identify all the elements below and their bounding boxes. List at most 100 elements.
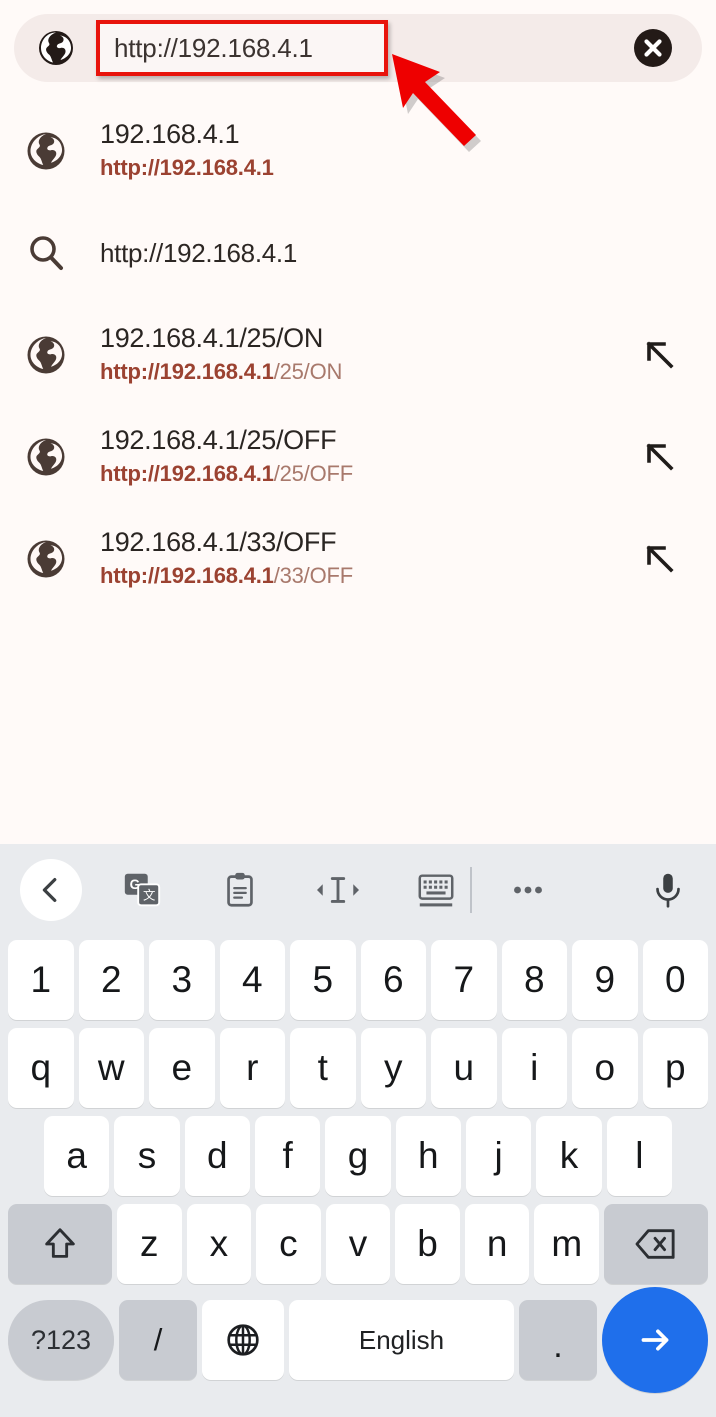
key-7[interactable]: 7	[431, 940, 497, 1020]
back-chevron-icon[interactable]	[20, 859, 82, 921]
key-3[interactable]: 3	[149, 940, 215, 1020]
suggestion-title: http://192.168.4.1	[100, 237, 297, 268]
symbols-key[interactable]: ?123	[8, 1300, 114, 1380]
globe-icon	[24, 537, 68, 581]
key-l[interactable]: l	[606, 1116, 672, 1196]
suggestion-row[interactable]: 192.168.4.1/25/OFF http://192.168.4.1/25…	[0, 406, 716, 508]
suggestion-title: 192.168.4.1/25/OFF	[100, 425, 337, 456]
key-w[interactable]: w	[78, 1028, 144, 1108]
search-icon	[24, 231, 68, 275]
key-i[interactable]: i	[501, 1028, 567, 1108]
url-input-value: http://192.168.4.1	[114, 32, 313, 63]
suggestion-texts: http://192.168.4.1	[100, 238, 696, 269]
slash-key[interactable]: /	[119, 1300, 197, 1380]
key-n[interactable]: n	[464, 1204, 530, 1284]
key-r[interactable]: r	[219, 1028, 285, 1108]
key-p[interactable]: p	[642, 1028, 708, 1108]
key-m[interactable]: m	[534, 1204, 600, 1284]
space-key[interactable]: English	[289, 1300, 514, 1380]
key-8[interactable]: 8	[501, 940, 567, 1020]
suggestion-url: http://192.168.4.1/25/ON	[100, 358, 640, 387]
keyboard-row-numbers: 1 2 3 4 5 6 7 8 9 0	[4, 936, 712, 1024]
globe-icon	[24, 129, 68, 173]
key-u[interactable]: u	[431, 1028, 497, 1108]
keyboard-row-function: ?123 / English .	[4, 1287, 712, 1393]
key-z[interactable]: z	[116, 1204, 182, 1284]
period-key[interactable]: .	[519, 1300, 597, 1380]
suggestion-row[interactable]: 192.168.4.1/33/OFF http://192.168.4.1/33…	[0, 508, 716, 610]
key-o[interactable]: o	[572, 1028, 638, 1108]
key-d[interactable]: d	[184, 1116, 250, 1196]
clipboard-icon[interactable]	[214, 864, 266, 916]
suggestion-title: 192.168.4.1	[100, 119, 240, 150]
suggestion-row[interactable]: 192.168.4.1 http://192.168.4.1	[0, 100, 716, 202]
url-bar-container: http://192.168.4.1	[0, 0, 716, 96]
suggestion-texts: 192.168.4.1/33/OFF http://192.168.4.1/33…	[100, 527, 640, 590]
toolbar-divider	[470, 867, 472, 913]
suggestion-url-strong: http://192.168.4.1	[100, 359, 274, 385]
backspace-icon[interactable]	[604, 1204, 709, 1284]
key-f[interactable]: f	[255, 1116, 321, 1196]
key-9[interactable]: 9	[572, 940, 638, 1020]
enter-go-key[interactable]	[602, 1287, 708, 1393]
fill-arrow-icon[interactable]	[640, 335, 680, 375]
microphone-icon[interactable]	[642, 864, 694, 916]
key-t[interactable]: t	[290, 1028, 356, 1108]
keyboard-row-bottom: z x c v b n m	[4, 1200, 712, 1288]
suggestion-url-weak: /33/OFF	[273, 563, 353, 589]
suggestion-url-strong: http://192.168.4.1	[100, 461, 274, 487]
url-input-field[interactable]: http://192.168.4.1	[96, 20, 388, 76]
key-2[interactable]: 2	[78, 940, 144, 1020]
key-x[interactable]: x	[186, 1204, 252, 1284]
fill-arrow-icon[interactable]	[640, 539, 680, 579]
browser-url-entry-screen: http://192.168.4.1 192.168.4.1 http://19…	[0, 0, 716, 1417]
key-4[interactable]: 4	[219, 940, 285, 1020]
shift-icon[interactable]	[7, 1204, 112, 1284]
key-a[interactable]: a	[44, 1116, 110, 1196]
google-translate-icon[interactable]: G 文	[116, 864, 168, 916]
keyboard-settings-icon[interactable]	[410, 864, 462, 916]
globe-icon	[36, 28, 76, 68]
key-g[interactable]: g	[325, 1116, 391, 1196]
key-h[interactable]: h	[395, 1116, 461, 1196]
key-e[interactable]: e	[149, 1028, 215, 1108]
suggestion-title: 192.168.4.1/25/ON	[100, 323, 324, 354]
svg-text:文: 文	[143, 888, 155, 903]
suggestion-url-strong: http://192.168.4.1	[100, 155, 274, 181]
key-1[interactable]: 1	[8, 940, 74, 1020]
key-b[interactable]: b	[395, 1204, 460, 1284]
close-circle-icon[interactable]	[632, 27, 674, 69]
keyboard-row-home: a s d f g h j k l	[4, 1112, 712, 1200]
suggestion-row[interactable]: http://192.168.4.1	[0, 202, 716, 304]
suggestion-url: http://192.168.4.1/25/OFF	[100, 460, 640, 489]
key-c[interactable]: c	[256, 1204, 321, 1284]
key-s[interactable]: s	[114, 1116, 180, 1196]
key-y[interactable]: y	[360, 1028, 426, 1108]
key-v[interactable]: v	[325, 1204, 391, 1284]
suggestion-url: http://192.168.4.1/33/OFF	[100, 562, 640, 591]
language-globe-icon[interactable]	[202, 1300, 284, 1380]
text-cursor-icon[interactable]	[312, 864, 364, 916]
virtual-keyboard: G 文 1 2 3 4 5 6 7 8 9 0 q w e r t y u i …	[0, 844, 716, 1417]
suggestion-url-strong: http://192.168.4.1	[100, 563, 274, 589]
url-suggestions-list: 192.168.4.1 http://192.168.4.1 http://19…	[0, 100, 716, 610]
key-5[interactable]: 5	[290, 940, 356, 1020]
globe-icon	[24, 333, 68, 377]
keyboard-toolbar: G 文	[0, 844, 716, 936]
suggestion-texts: 192.168.4.1/25/ON http://192.168.4.1/25/…	[100, 323, 640, 386]
keyboard-rows: 1 2 3 4 5 6 7 8 9 0 q w e r t y u i o p …	[0, 936, 716, 1393]
suggestion-title: 192.168.4.1/33/OFF	[100, 527, 337, 558]
key-k[interactable]: k	[536, 1116, 602, 1196]
key-j[interactable]: j	[465, 1116, 532, 1196]
key-q[interactable]: q	[8, 1028, 74, 1108]
more-options-icon[interactable]	[502, 864, 554, 916]
suggestion-url-weak: /25/ON	[273, 359, 343, 385]
suggestion-url: http://192.168.4.1	[100, 154, 696, 183]
suggestion-texts: 192.168.4.1/25/OFF http://192.168.4.1/25…	[100, 425, 640, 488]
suggestion-row[interactable]: 192.168.4.1/25/ON http://192.168.4.1/25/…	[0, 304, 716, 406]
globe-icon	[24, 435, 68, 479]
key-0[interactable]: 0	[642, 940, 708, 1020]
fill-arrow-icon[interactable]	[640, 437, 680, 477]
url-bar[interactable]: http://192.168.4.1	[14, 14, 702, 82]
key-6[interactable]: 6	[360, 940, 426, 1020]
